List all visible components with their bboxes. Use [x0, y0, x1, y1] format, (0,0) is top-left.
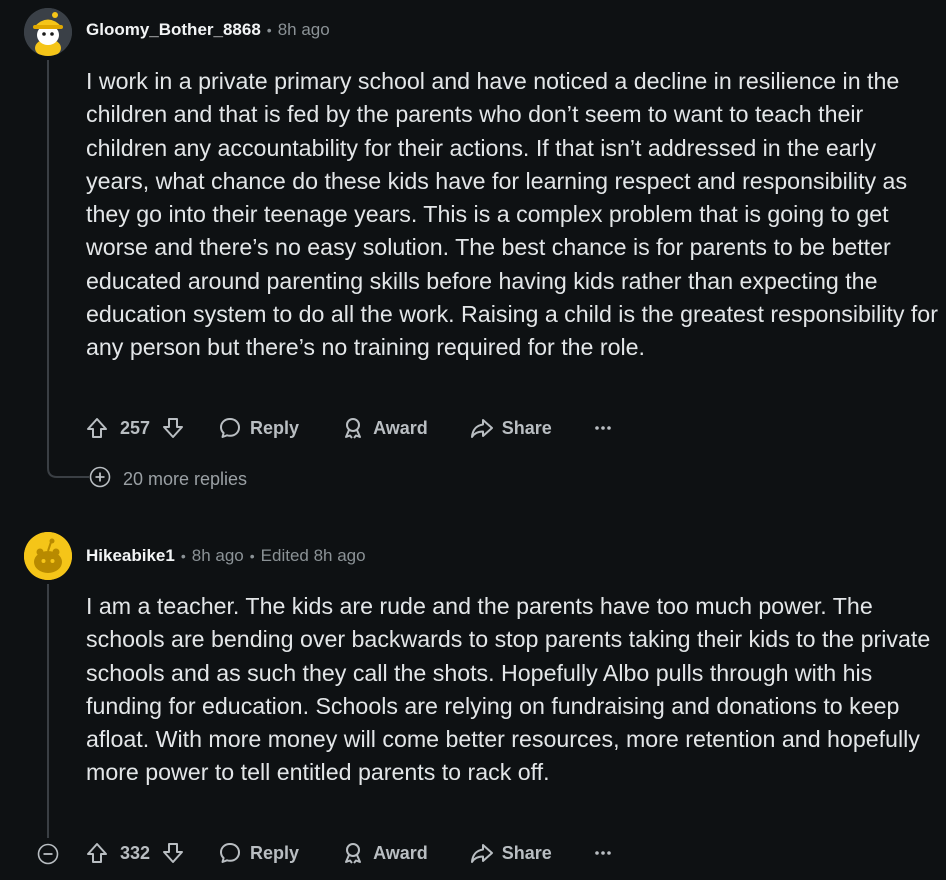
reply-label: Reply	[250, 842, 300, 863]
award-label: Award	[373, 842, 428, 863]
collapse-icon	[37, 843, 59, 869]
share-icon	[470, 841, 494, 865]
reply-icon	[218, 841, 242, 865]
expand-icon	[89, 466, 111, 493]
comment-meta: Hikeabike1 • 8h ago • Edited 8h ago	[86, 546, 366, 566]
comment-actions: 332 Reply Award Share	[86, 837, 612, 869]
award-label: Award	[373, 417, 428, 438]
more-replies-label: 20 more replies	[123, 469, 248, 489]
separator-dot: •	[180, 548, 186, 564]
more-replies-link[interactable]: 20 more replies	[89, 466, 247, 493]
username[interactable]: Gloomy_Bother_8868	[86, 20, 261, 40]
upvote-icon[interactable]	[86, 842, 108, 864]
vote-count: 257	[120, 417, 151, 438]
vote-count: 332	[120, 842, 151, 863]
share-label: Share	[501, 417, 552, 438]
thread-line	[47, 584, 49, 838]
comment-body: I work in a private primary school and h…	[86, 68, 938, 361]
share-icon	[470, 416, 494, 440]
share-button[interactable]: Share	[470, 841, 552, 865]
award-icon	[341, 416, 365, 440]
award-button[interactable]: Award	[341, 416, 428, 440]
share-label: Share	[501, 842, 552, 863]
collapse-button[interactable]	[37, 843, 59, 870]
thread-line	[47, 60, 49, 464]
reply-button[interactable]: Reply	[218, 416, 299, 440]
upvote-icon[interactable]	[86, 417, 108, 439]
award-icon	[341, 841, 365, 865]
more-options-icon	[594, 425, 612, 431]
separator-dot: •	[249, 548, 255, 564]
timestamp[interactable]: 8h ago	[278, 20, 330, 40]
comment-meta: Gloomy_Bother_8868 • 8h ago	[86, 20, 330, 40]
avatar[interactable]	[24, 8, 72, 56]
reply-button[interactable]: Reply	[218, 841, 299, 865]
vote-group: 257	[86, 417, 184, 439]
thread-connector	[47, 440, 89, 478]
reply-label: Reply	[250, 417, 300, 438]
comment-body: I am a teacher. The kids are rude and th…	[86, 593, 931, 786]
separator-dot: •	[266, 22, 272, 38]
downvote-icon[interactable]	[162, 417, 184, 439]
comment-actions: 257 Reply Award Share	[86, 412, 612, 444]
timestamp[interactable]: 8h ago	[192, 546, 244, 566]
award-button[interactable]: Award	[341, 841, 428, 865]
share-button[interactable]: Share	[470, 416, 552, 440]
downvote-icon[interactable]	[162, 842, 184, 864]
more-options-icon	[594, 850, 612, 856]
reply-icon	[218, 416, 242, 440]
vote-group: 332	[86, 842, 184, 864]
more-options-button[interactable]	[594, 425, 612, 431]
more-options-button[interactable]	[594, 850, 612, 856]
username[interactable]: Hikeabike1	[86, 546, 175, 566]
edited-label: Edited 8h ago	[260, 546, 366, 565]
avatar[interactable]	[24, 532, 72, 580]
